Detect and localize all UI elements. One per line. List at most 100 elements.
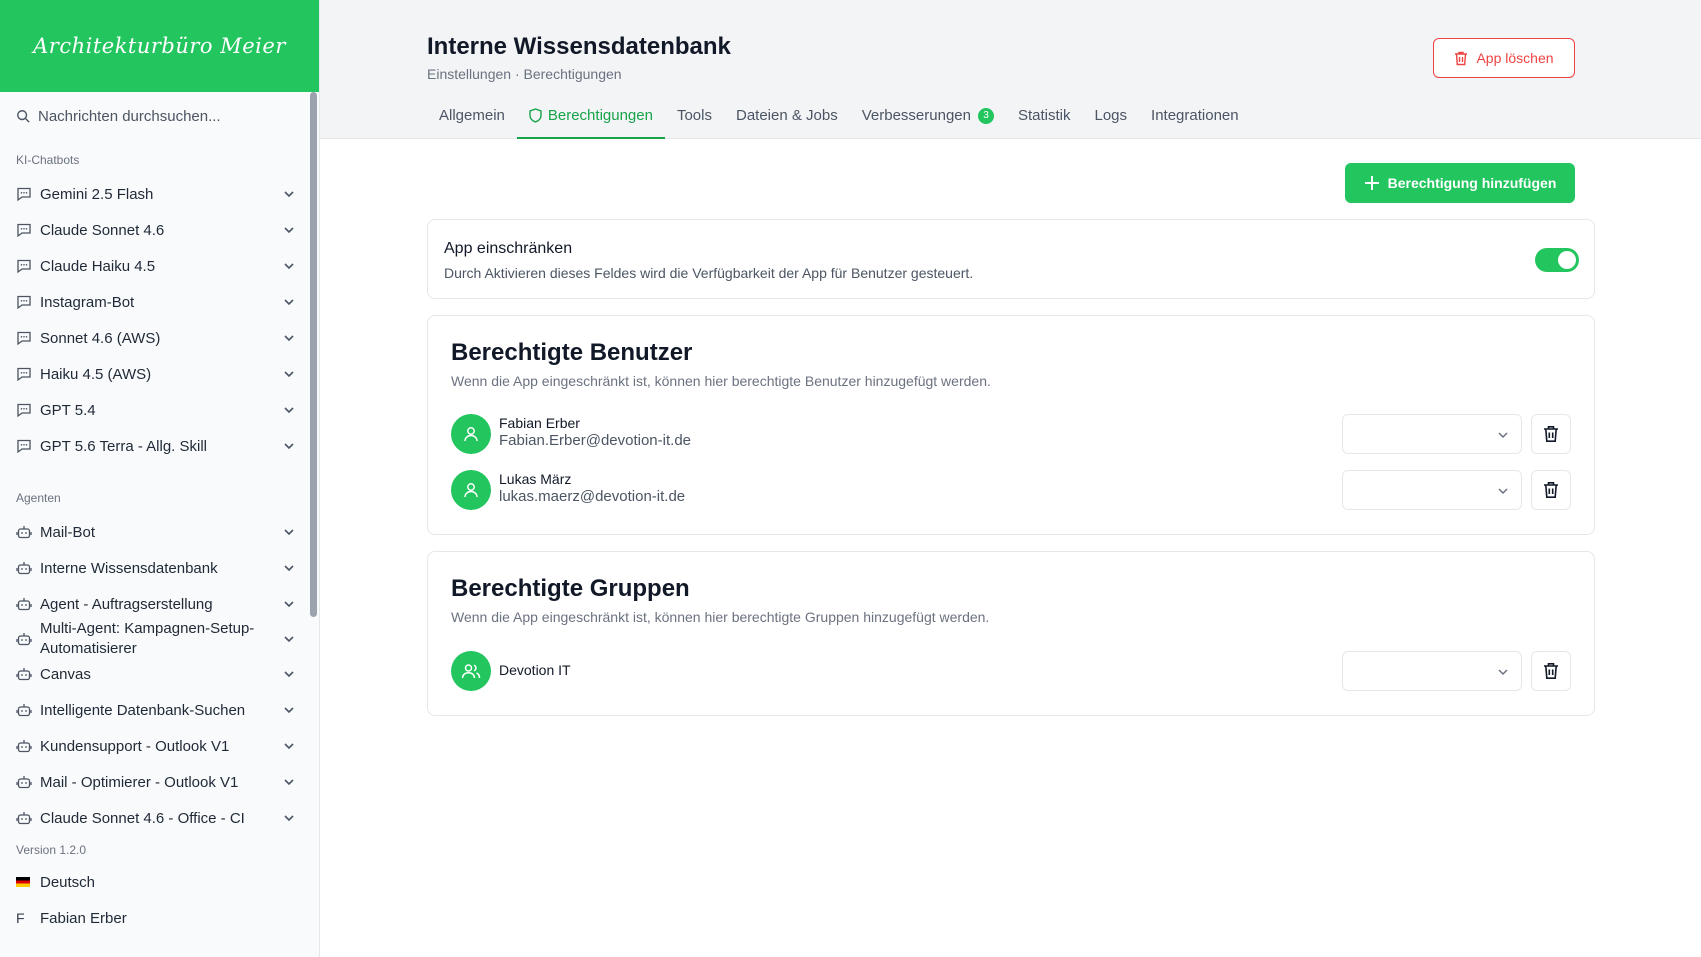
chat-icon (17, 331, 31, 346)
chevron-down-icon (1498, 432, 1508, 439)
avatar (451, 414, 491, 454)
agent-list: Mail-Bot Interne Wissensdatenbank Agent - … (0, 514, 319, 836)
sidebar-item[interactable]: Multi-Agent: Kampagnen-Setup-Automatisie… (0, 620, 319, 657)
sidebar: Architekturbüro Meier Nachrichten durchs… (0, 0, 320, 957)
restrict-description: Durch Aktivieren dieses Feldes wird die … (444, 265, 974, 281)
tab-tools[interactable]: Tools (665, 100, 724, 139)
sidebar-item[interactable]: Mail-Bot (0, 514, 319, 550)
add-permission-button[interactable]: Berechtigung hinzufügen (1345, 163, 1575, 203)
tab-dateien-jobs[interactable]: Dateien & Jobs (724, 100, 850, 139)
tab-label: Integrationen (1151, 107, 1239, 124)
restrict-toggle[interactable] (1535, 248, 1579, 272)
chevron-down-icon (284, 743, 294, 750)
tab-integrationen[interactable]: Integrationen (1139, 100, 1251, 139)
groups-description: Wenn die App eingeschränkt ist, können h… (451, 609, 990, 625)
remove-group-button[interactable] (1531, 651, 1571, 691)
sidebar-item[interactable]: Instagram-Bot (0, 284, 319, 320)
language-selector[interactable]: Deutsch (0, 864, 319, 900)
chevron-down-icon (284, 601, 294, 608)
bot-icon (16, 740, 32, 753)
bot-icon (16, 633, 32, 646)
sidebar-item[interactable]: Claude Haiku 4.5 (0, 248, 319, 284)
brand-logo: Architekturbüro Meier (33, 34, 286, 58)
chat-icon (17, 403, 31, 418)
sidebar-item[interactable]: GPT 5.4 (0, 392, 319, 428)
chat-icon (17, 223, 31, 238)
remove-user-button[interactable] (1531, 414, 1571, 454)
chevron-down-icon (284, 263, 294, 270)
user-initial: F (16, 910, 25, 926)
delete-app-label: App löschen (1476, 50, 1554, 66)
sidebar-item-label: Multi-Agent: Kampagnen-Setup-Automatisie… (40, 620, 255, 657)
user-name: Fabian Erber (499, 415, 580, 431)
sidebar-item[interactable]: Claude Sonnet 4.6 (0, 212, 319, 248)
bot-icon (16, 526, 32, 539)
sidebar-item[interactable]: Agent - Auftragserstellung (0, 586, 319, 622)
breadcrumb: Einstellungen · Berechtigungen (427, 66, 622, 82)
sidebar-item-label: GPT 5.6 Terra - Allg. Skill (40, 437, 208, 455)
user-row: Lukas März lukas.maerz@devotion-it.de (451, 469, 1571, 511)
user-menu[interactable]: F Fabian Erber (0, 900, 319, 936)
tab-bar: Allgemein Berechtigungen Tools Dateien & Jo… (427, 100, 1251, 139)
chat-icon (17, 367, 31, 382)
tab-logs[interactable]: Logs (1083, 100, 1140, 139)
sidebar-item[interactable]: GPT 5.6 Terra - Allg. Skill (0, 428, 319, 464)
sidebar-item[interactable]: Canvas (0, 656, 319, 692)
restrict-app-card: App einschränken Durch Aktivieren dieses… (427, 219, 1595, 299)
remove-user-button[interactable] (1531, 470, 1571, 510)
tab-verbesserungen[interactable]: Verbesserungen 3 (850, 100, 1006, 139)
app-version: Version 1.2.0 (16, 843, 87, 857)
add-permission-label: Berechtigung hinzufügen (1387, 175, 1557, 191)
tab-label: Tools (676, 107, 712, 124)
bot-icon (16, 598, 32, 611)
chevron-down-icon (1498, 669, 1508, 676)
role-select[interactable] (1342, 470, 1522, 510)
sidebar-item[interactable]: Claude Sonnet 4.6 - Office - CI (0, 800, 319, 836)
trash-icon (1544, 426, 1558, 442)
chevron-down-icon (284, 227, 294, 234)
bot-icon (16, 668, 32, 681)
user-row: Fabian Erber Fabian.Erber@devotion-it.de (451, 413, 1571, 455)
chevron-down-icon (284, 529, 294, 536)
user-icon (464, 427, 478, 442)
chevron-down-icon (284, 335, 294, 342)
groups-title: Berechtigte Gruppen (451, 575, 690, 602)
chevron-down-icon (284, 191, 294, 198)
sidebar-item[interactable]: Gemini 2.5 Flash (0, 176, 319, 212)
search-bar[interactable]: Nachrichten durchsuchen... (0, 92, 319, 140)
sidebar-item[interactable]: Sonnet 4.6 (AWS) (0, 320, 319, 356)
group-row: Devotion IT (451, 650, 1571, 692)
chat-icon (17, 439, 31, 454)
sidebar-item[interactable]: Kundensupport - Outlook V1 (0, 728, 319, 764)
role-select[interactable] (1342, 414, 1522, 454)
chevron-down-icon (284, 407, 294, 414)
tab-statistik[interactable]: Statistik (1006, 100, 1083, 139)
chat-icon (17, 187, 31, 202)
user-name: Lukas März (499, 471, 572, 487)
user-email: Fabian.Erber@devotion-it.de (499, 432, 691, 449)
sidebar-item-label: Claude Sonnet 4.6 - Office - CI (40, 809, 245, 827)
tab-label: Logs (1094, 107, 1128, 124)
tab-label: Berechtigungen (547, 107, 653, 124)
sidebar-item[interactable]: Mail - Optimierer - Outlook V1 (0, 764, 319, 800)
tab-berechtigungen[interactable]: Berechtigungen (516, 100, 665, 139)
role-select[interactable] (1342, 651, 1522, 691)
trash-icon (1544, 663, 1558, 679)
sidebar-item-label: Mail - Optimierer - Outlook V1 (40, 773, 239, 791)
shield-icon (529, 108, 542, 123)
chevron-down-icon (284, 815, 294, 822)
sidebar-item-label: GPT 5.4 (40, 401, 96, 419)
sidebar-item[interactable]: Intelligente Datenbank-Suchen (0, 692, 319, 728)
authorized-groups-card: Berechtigte Gruppen Wenn die App eingesc… (427, 551, 1595, 716)
sidebar-scrollbar[interactable] (310, 92, 317, 617)
sidebar-item[interactable]: Haiku 4.5 (AWS) (0, 356, 319, 392)
tab-allgemein[interactable]: Allgemein (427, 100, 517, 139)
user-name: Fabian Erber (40, 909, 127, 927)
sidebar-item-label: Mail-Bot (40, 523, 96, 541)
chevron-down-icon (284, 299, 294, 306)
sidebar-item-label: Gemini 2.5 Flash (40, 185, 154, 203)
page-title: Interne Wissensdatenbank (427, 33, 731, 60)
delete-app-button[interactable]: App löschen (1433, 38, 1575, 78)
sidebar-item[interactable]: Interne Wissensdatenbank (0, 550, 319, 586)
chevron-down-icon (284, 565, 294, 572)
